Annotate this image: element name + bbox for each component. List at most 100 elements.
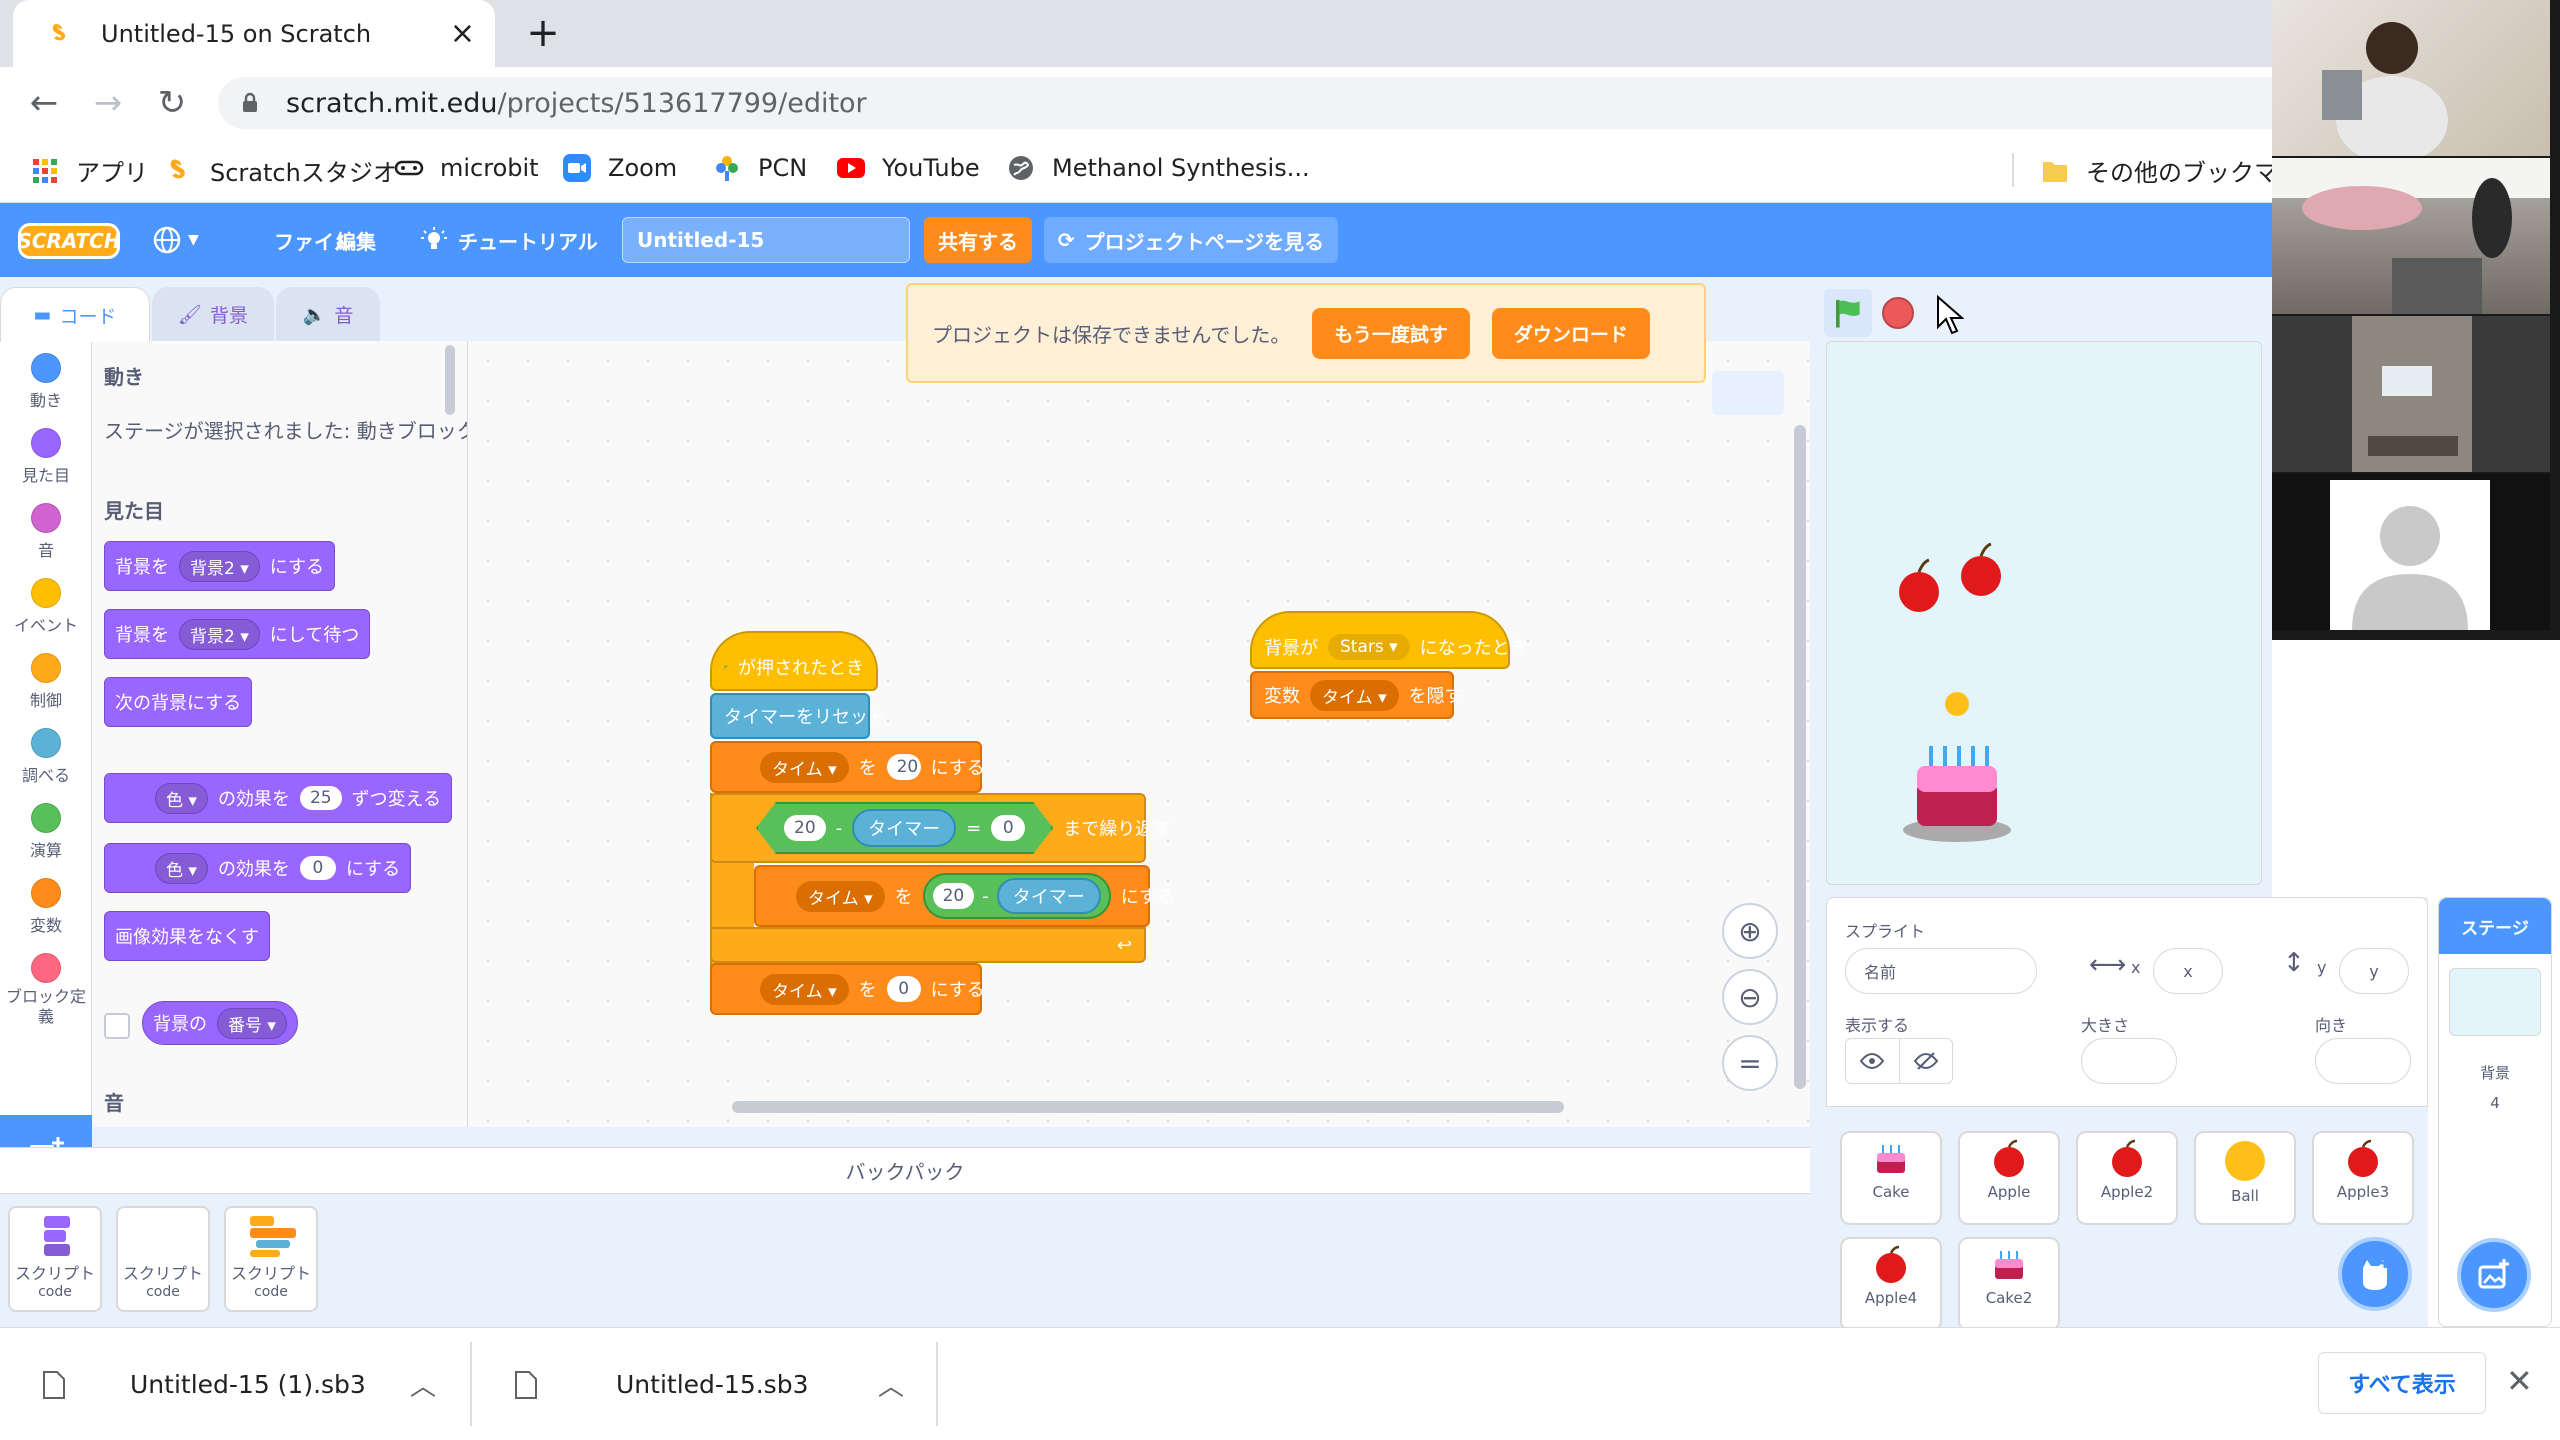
bookmark-apps[interactable]: アプリ [30,153,148,188]
stage-canvas[interactable] [1826,341,2262,885]
size-input[interactable] [2081,1038,2177,1084]
block-set-variable-1[interactable]: タイム ▾ を 20 にする [710,741,985,793]
reporter-checkbox[interactable] [104,1013,130,1039]
block-set-variable-2[interactable]: タイム ▾ を 20 - タイマー にする [754,865,1175,927]
number-input[interactable]: 25 [299,786,342,810]
block-set-variable-3[interactable]: タイム ▾ を 0 にする [710,963,985,1015]
number-input[interactable]: 0 [299,856,336,880]
category-looks[interactable]: 見た目 [0,428,92,486]
zoom-reset-button[interactable]: = [1722,1035,1778,1091]
number-input[interactable]: 0 [886,976,921,1002]
category-sensing[interactable]: 調べる [0,728,92,786]
show-eye-icon[interactable] [1846,1039,1900,1083]
video-participant-2[interactable] [2272,158,2550,314]
green-flag-button[interactable] [1824,289,1872,337]
variable-dropdown[interactable]: タイム ▾ [1310,679,1399,711]
new-tab-icon[interactable]: + [520,10,566,56]
bookmark-methanol[interactable]: Methanol Synthesis... [1006,153,1310,183]
stage-selector[interactable]: ステージ 背景 4 [2438,897,2552,1327]
address-bar[interactable]: scratch.mit.edu/projects/513617799/edito… [218,77,2438,129]
download-button[interactable]: ダウンロード [1491,307,1650,359]
download-item-2[interactable]: Untitled-15.sb3 ︿ [472,1328,938,1440]
zoom-in-button[interactable]: ⊕ [1722,903,1778,959]
close-tab-icon[interactable]: × [450,16,475,51]
block-next-backdrop[interactable]: 次の背景にする [104,677,253,727]
zoom-out-button[interactable]: ⊖ [1722,969,1778,1025]
bookmark-microbit[interactable]: microbit [394,153,539,183]
horizontal-scrollbar[interactable] [732,1101,1564,1113]
equals-operator[interactable]: 20 - タイマー = 0 [756,802,1053,854]
sprite-tile-ball[interactable]: Ball [2194,1131,2296,1225]
video-participant-4[interactable] [2272,474,2550,630]
x-input[interactable]: x [2153,948,2223,994]
block-when-flag-clicked[interactable]: が押されたとき [710,631,878,691]
effect-dropdown[interactable]: 色 ▾ [155,852,208,884]
number-input[interactable]: 0 [991,815,1025,841]
number-input[interactable]: 20 [784,815,826,841]
block-clear-effects[interactable]: 画像効果をなくす [104,911,270,961]
backpack-header[interactable]: バックパック [0,1148,1810,1194]
script-area[interactable]: が押されたとき タイマーをリセット タイム ▾ を 20 にする 20 - タイ… [468,341,1810,1127]
minus-operator[interactable]: 20 - タイマー [922,873,1111,919]
block-backdrop-number[interactable]: 背景の 番号 ▾ [142,1001,298,1045]
sprite-tile-apple3[interactable]: Apple3 [2312,1131,2414,1225]
tab-code[interactable]: ▬ コード [0,287,150,342]
see-project-page-button[interactable]: ⟳ プロジェクトページを見る [1044,217,1338,263]
category-operators[interactable]: 演算 [0,803,92,861]
browser-tab[interactable]: Untitled-15 on Scratch × [13,0,495,67]
block-change-effect[interactable]: 色 ▾ の効果を 25 ずつ変える [104,773,453,823]
video-participant-3[interactable] [2272,316,2550,472]
effect-dropdown[interactable]: 色 ▾ [155,782,208,814]
category-sound[interactable]: 音 [0,503,92,561]
sprite-tile-apple2[interactable]: Apple2 [2076,1131,2178,1225]
backdrop-dropdown[interactable]: 背景2 ▾ [179,618,260,650]
category-my-blocks[interactable]: ブロック定義 [0,953,92,1027]
bookmark-youtube[interactable]: YouTube [836,153,980,183]
backpack-item[interactable]: スクリプト code [224,1206,318,1312]
project-title-input[interactable]: Untitled-15 [622,217,910,263]
chevron-up-icon[interactable]: ︿ [878,1366,904,1403]
block-repeat-until[interactable]: 20 - タイマー = 0 まで繰り返す [710,793,1171,863]
category-motion[interactable]: 動き [0,353,92,411]
edit-menu[interactable]: 編集 [336,203,376,277]
add-backdrop-button[interactable] [2457,1238,2531,1312]
timer-reporter[interactable]: タイマー [852,809,956,847]
share-button[interactable]: 共有する [924,217,1032,263]
stop-button[interactable] [1882,297,1914,329]
add-sprite-button[interactable] [2338,1237,2412,1311]
category-variables[interactable]: 変数 [0,878,92,936]
reload-icon[interactable]: ↻ [150,81,194,125]
download-item-1[interactable]: Untitled-15 (1).sb3 ︿ [0,1328,472,1440]
bookmark-pcn[interactable]: PCN [712,153,807,183]
number-input[interactable]: 20 [932,883,975,909]
variable-dropdown[interactable]: タイム ▾ [760,973,849,1005]
sprite-tile-apple4[interactable]: Apple4 [1840,1237,1942,1331]
bookmark-zoom[interactable]: Zoom [562,153,677,183]
scratch-logo[interactable]: SCRATCH [17,223,121,259]
forward-icon[interactable]: → [86,81,130,125]
sprite-tile-cake[interactable]: Cake [1840,1131,1942,1225]
backdrop-dropdown[interactable]: Stars ▾ [1328,634,1410,660]
tutorials-menu[interactable]: チュートリアル [420,203,598,277]
y-input[interactable]: y [2339,948,2409,994]
block-reset-timer[interactable]: タイマーをリセット [710,693,886,739]
block-hide-variable[interactable]: 変数 タイム ▾ を隠す [1250,671,1463,719]
back-icon[interactable]: ← [22,81,66,125]
block-switch-backdrop[interactable]: 背景を 背景2 ▾ にする [104,541,335,591]
block-when-backdrop-switches[interactable]: 背景が Stars ▾ になったとき [1250,611,1528,669]
backpack-item[interactable]: スクリプト code [116,1206,210,1312]
show-all-downloads-button[interactable]: すべて表示 [2318,1352,2486,1414]
tab-backdrops[interactable]: 🖌 背景 [152,287,274,342]
language-menu[interactable]: ▼ [152,203,199,277]
timer-reporter[interactable]: タイマー [996,878,1101,914]
variable-dropdown[interactable]: タイム ▾ [760,751,849,783]
sprite-tile-cake2[interactable]: Cake2 [1958,1237,2060,1331]
backdrop-dropdown[interactable]: 背景2 ▾ [179,550,260,582]
backdrop-property-dropdown[interactable]: 番号 ▾ [217,1007,287,1039]
sprite-tile-apple[interactable]: Apple [1958,1131,2060,1225]
sprite-name-input[interactable]: 名前 [1845,948,2037,994]
retry-button[interactable]: もう一度試す [1312,307,1470,359]
backpack-item[interactable]: スクリプト code [8,1206,102,1312]
category-events[interactable]: イベント [0,578,92,636]
tab-sounds[interactable]: 🔈 音 [276,287,380,342]
